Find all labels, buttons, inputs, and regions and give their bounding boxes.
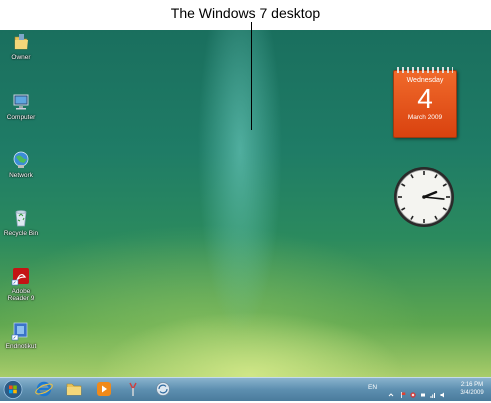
computer-icon xyxy=(13,94,29,110)
recycle-bin-icon xyxy=(15,210,27,227)
ie-icon xyxy=(35,381,53,397)
language-indicator[interactable]: EN xyxy=(368,384,377,391)
flag-icon[interactable] xyxy=(400,385,406,398)
figure-caption: The Windows 7 desktop xyxy=(170,5,321,21)
wand-icon xyxy=(129,382,137,396)
desktop-icon-owner[interactable]: Owner xyxy=(2,32,40,61)
desktop-icon-label: Recycle Bin xyxy=(3,230,39,237)
desktop-icon-label: Owner xyxy=(11,54,31,61)
sync-icon xyxy=(156,382,170,396)
calendar-month-year: March 2009 xyxy=(407,114,443,121)
start-button[interactable] xyxy=(2,380,24,399)
desktop-icon-shortcut[interactable]: Endnotikut xyxy=(2,321,40,350)
desktop-icon-label: Endnotikut xyxy=(5,343,37,350)
calendar-day: 4 xyxy=(417,83,433,114)
taskbar: EN 2:16 PM 3/4/2009 xyxy=(0,377,491,401)
taskbar-explorer-button[interactable] xyxy=(63,380,85,399)
desktop-icon-label: Network xyxy=(9,172,33,179)
calendar-rings xyxy=(397,67,453,73)
taskbar-media-player-button[interactable] xyxy=(93,380,115,399)
windows-logo-icon xyxy=(3,380,23,399)
security-icon[interactable] xyxy=(410,385,416,398)
folder-icon xyxy=(66,383,82,396)
desktop-icon-computer[interactable]: Computer xyxy=(2,92,40,121)
tray-time: 2:16 PM xyxy=(460,382,484,388)
desktop-icon-network[interactable]: Network xyxy=(2,150,40,179)
clock-gadget[interactable] xyxy=(393,166,455,228)
desktop-icon-label: Adobe Reader 9 xyxy=(7,288,35,302)
desktop-icon-adobe-reader[interactable]: Adobe Reader 9 xyxy=(2,266,40,302)
volume-icon[interactable] xyxy=(440,385,446,398)
network-status-icon[interactable] xyxy=(430,385,436,398)
network-icon xyxy=(13,151,29,168)
taskbar-app-button[interactable] xyxy=(152,380,174,399)
tray-date: 3/4/2009 xyxy=(460,390,484,396)
power-icon[interactable] xyxy=(420,385,426,397)
taskbar-internet-explorer-button[interactable] xyxy=(33,380,55,399)
desktop[interactable]: Owner Computer Network Recycle Bin Adobe… xyxy=(0,30,491,377)
system-tray: EN 2:16 PM 3/4/2009 xyxy=(362,378,491,401)
adobe-reader-icon xyxy=(11,268,29,286)
taskbar-app-button[interactable] xyxy=(122,380,144,399)
callout-line xyxy=(251,22,252,130)
calendar-gadget[interactable]: Wednesday 4 March 2009 xyxy=(393,67,457,138)
clock-face-icon xyxy=(394,167,454,227)
media-player-icon xyxy=(97,382,111,396)
desktop-icon-recycle-bin[interactable]: Recycle Bin xyxy=(2,208,40,237)
taskbar-clock[interactable]: 2:16 PM 3/4/2009 xyxy=(457,381,487,397)
shortcut-icon xyxy=(11,322,28,341)
folder-icon xyxy=(14,34,28,50)
desktop-icon-label: Computer xyxy=(6,114,36,121)
show-hidden-icons-icon[interactable] xyxy=(388,385,394,397)
